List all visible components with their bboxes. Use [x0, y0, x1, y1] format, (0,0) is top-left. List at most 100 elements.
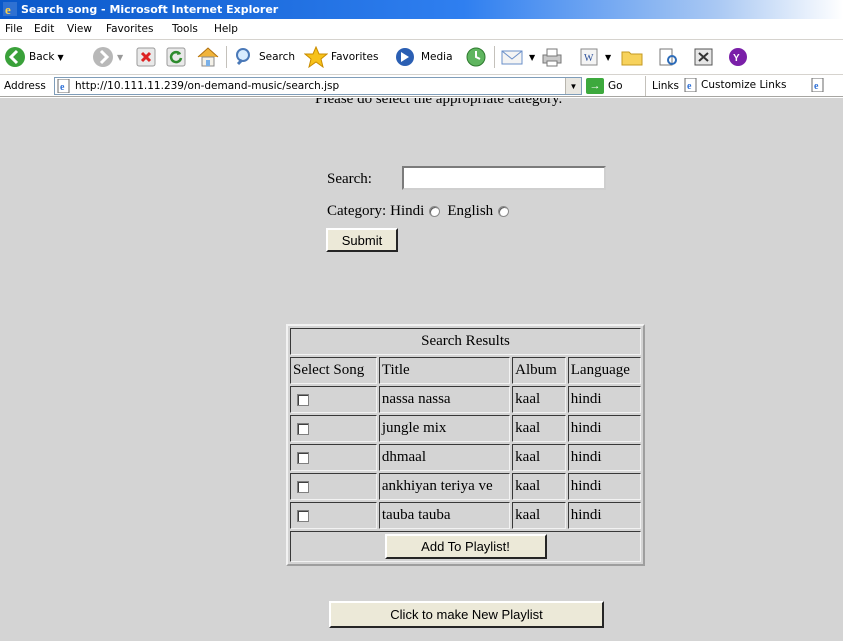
table-row: ankhiyan teriya ve kaal hindi — [290, 473, 641, 500]
menu-favorites[interactable]: Favorites — [106, 23, 153, 35]
home-button[interactable] — [196, 45, 220, 69]
back-dropdown-icon[interactable]: ▼ — [58, 53, 64, 62]
results-header-row: Select Song Title Album Language — [290, 357, 641, 384]
search-button[interactable]: Search — [234, 45, 295, 69]
select-song-cell — [290, 415, 377, 442]
select-song-checkbox[interactable] — [297, 451, 309, 464]
select-song-checkbox[interactable] — [297, 509, 309, 522]
song-album: kaal — [512, 502, 566, 529]
song-title: ankhiyan teriya ve — [378, 473, 511, 500]
search-label: Search — [259, 51, 296, 63]
select-song-cell — [290, 502, 377, 529]
search-results-table: Search Results Select Song Title Album L… — [286, 324, 645, 566]
submit-button[interactable]: Submit — [326, 228, 398, 252]
category-hindi-radio[interactable] — [429, 206, 441, 217]
select-song-checkbox[interactable] — [297, 422, 309, 435]
add-to-playlist-row: Add To Playlist! — [290, 531, 641, 562]
word-icon: W — [580, 48, 598, 66]
forward-arrow-icon — [93, 47, 113, 67]
favorites-star-icon — [304, 46, 328, 68]
ie-page-icon: e — [684, 78, 697, 92]
stop-button[interactable] — [136, 45, 156, 69]
back-label: Back — [29, 51, 55, 63]
results-caption: Search Results — [290, 328, 641, 355]
history-icon — [466, 47, 486, 67]
media-button[interactable]: Media — [392, 45, 453, 69]
svg-text:Y: Y — [733, 53, 740, 64]
back-button[interactable]: Back ▼ — [4, 45, 64, 69]
media-label: Media — [421, 51, 453, 63]
song-album: kaal — [512, 444, 566, 471]
stop-icon — [136, 47, 156, 67]
table-row: tauba tauba kaal hindi — [290, 502, 641, 529]
title-bar: e Search song - Microsoft Internet Explo… — [0, 0, 843, 19]
select-song-checkbox[interactable] — [297, 480, 309, 493]
links-overflow-link[interactable]: e — [811, 78, 825, 92]
song-language: hindi — [567, 473, 641, 500]
go-button[interactable]: → Go — [586, 77, 623, 95]
folder-button[interactable] — [620, 45, 644, 69]
links-label[interactable]: Links — [652, 80, 679, 92]
menu-view[interactable]: View — [67, 23, 92, 35]
menu-tools[interactable]: Tools — [172, 23, 198, 35]
svg-text:e: e — [687, 81, 692, 92]
forward-dropdown-icon[interactable]: ▼ — [117, 53, 123, 62]
toolbar-separator — [226, 46, 227, 68]
category-option-english-label: English — [447, 203, 494, 219]
address-dropdown-icon[interactable]: ▼ — [565, 78, 581, 94]
menu-edit[interactable]: Edit — [34, 23, 54, 35]
svg-text:e: e — [60, 82, 65, 93]
song-title: tauba tauba — [378, 502, 511, 529]
address-label: Address — [4, 80, 46, 92]
go-label: Go — [608, 80, 623, 92]
results-caption-row: Search Results — [290, 328, 641, 355]
print-icon — [542, 48, 562, 67]
song-title: jungle mix — [378, 415, 511, 442]
edit-dropdown-icon[interactable]: ▼ — [605, 53, 611, 62]
table-row: nassa nassa kaal hindi — [290, 386, 641, 413]
media-icon — [396, 48, 414, 66]
svg-text:e: e — [814, 81, 819, 92]
ie-page-icon: e — [57, 79, 70, 93]
mail-button[interactable]: ▼ — [500, 45, 535, 69]
song-language: hindi — [567, 502, 641, 529]
search-label: Search: — [327, 171, 372, 187]
menu-help[interactable]: Help — [214, 23, 238, 35]
menu-file[interactable]: File — [5, 23, 23, 35]
refresh-button[interactable] — [166, 45, 186, 69]
add-to-playlist-button[interactable]: Add To Playlist! — [384, 534, 547, 559]
category-row: Category: Hindi English — [327, 203, 516, 220]
select-song-checkbox[interactable] — [297, 393, 309, 406]
research-button[interactable] — [656, 45, 680, 69]
go-arrow-icon: → — [586, 78, 604, 94]
links-bar: Links e Customize Links e — [645, 76, 824, 96]
ie-logo-icon: e — [3, 2, 17, 16]
svg-text:W: W — [584, 53, 594, 64]
category-english-radio[interactable] — [498, 206, 510, 217]
print-button[interactable] — [540, 45, 564, 69]
song-title: nassa nassa — [378, 386, 511, 413]
window-title: Search song - Microsoft Internet Explore… — [21, 3, 279, 16]
history-button[interactable] — [464, 45, 488, 69]
song-album: kaal — [512, 415, 566, 442]
ie-page-icon: e — [811, 78, 824, 92]
column-header-select-song: Select Song — [290, 357, 377, 384]
favorites-button[interactable]: Favorites — [304, 45, 378, 69]
search-input[interactable] — [402, 166, 606, 190]
customize-links-link[interactable]: e Customize Links — [684, 78, 786, 92]
mail-dropdown-icon[interactable]: ▼ — [529, 53, 535, 62]
song-album: kaal — [512, 386, 566, 413]
yahoo-button[interactable]: Y — [726, 45, 750, 69]
select-song-cell — [290, 386, 377, 413]
intro-text: Please do select the appropriate categor… — [315, 98, 563, 107]
yahoo-icon: Y — [729, 48, 747, 66]
column-header-album: Album — [512, 357, 566, 384]
forward-button[interactable]: ▼ — [92, 45, 123, 69]
research-icon — [659, 48, 677, 66]
edit-word-button[interactable]: W ▼ — [578, 45, 611, 69]
category-option-hindi-label: Hindi — [390, 203, 425, 219]
customize-links-label: Customize Links — [701, 79, 787, 91]
address-input[interactable]: e http://10.111.11.239/on-demand-music/s… — [54, 77, 582, 95]
new-playlist-button[interactable]: Click to make New Playlist — [329, 601, 604, 628]
messenger-button[interactable] — [692, 45, 716, 69]
